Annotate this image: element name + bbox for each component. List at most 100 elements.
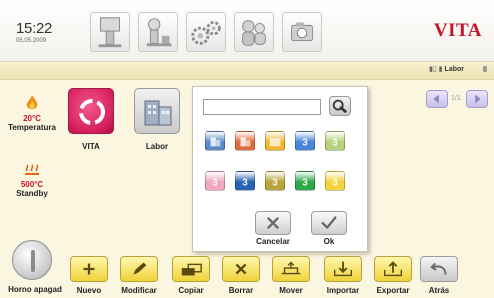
delete-button[interactable] <box>222 256 260 282</box>
clock: 15:22 05.05.2009 <box>16 20 52 44</box>
program-card-vita-label: VITA <box>82 142 100 151</box>
import-label: Importar <box>326 286 360 295</box>
camera-icon <box>291 22 313 42</box>
building-icon <box>144 100 172 126</box>
bottom-toolbar: Nuevo Modificar Copiar Borrar Mover Impo… <box>68 252 494 298</box>
number-3-olive-icon: 3 <box>272 178 278 189</box>
number-3-green-icon: 3 <box>332 138 338 149</box>
ok-button[interactable] <box>311 211 347 235</box>
search-button[interactable] <box>329 96 351 116</box>
svg-text:3: 3 <box>302 138 308 149</box>
program-card-labor-label: Labor <box>145 142 169 151</box>
status-panel: 20°C Temperatura 500°C Standby Horno apa… <box>0 80 68 298</box>
checkmark-icon <box>321 216 337 229</box>
temperature-value: 20°C <box>23 114 41 123</box>
tab-firing[interactable] <box>90 12 130 52</box>
building-blue-icon <box>210 137 221 147</box>
import-button[interactable] <box>324 256 362 282</box>
tab-press[interactable] <box>138 12 178 52</box>
tab-settings[interactable] <box>186 12 226 52</box>
icon-option-number-3-darkblue-icon[interactable]: 3 <box>235 171 255 191</box>
import-icon <box>334 261 352 277</box>
program-card-labor[interactable] <box>134 88 180 134</box>
program-group-label: ▮▯ ▮ Labor <box>429 65 464 73</box>
number-3-pink-icon: 3 <box>212 178 218 189</box>
ok-label: Ok <box>323 237 335 246</box>
icon-option-number-3-pink-icon[interactable]: 3 <box>205 171 225 191</box>
brand-logo: VITA <box>433 20 482 41</box>
search-icon <box>332 99 347 113</box>
standby-status: 500°C Standby <box>0 164 64 198</box>
top-bar: 15:22 05.05.2009 VITA <box>0 0 494 62</box>
copy-label: Copiar <box>178 286 204 295</box>
users-icon <box>242 20 266 46</box>
icon-option-folder-orange-icon[interactable] <box>265 131 285 151</box>
export-label: Exportar <box>376 286 410 295</box>
power-icon <box>31 250 35 272</box>
delete-icon <box>235 263 247 275</box>
number-3-blue-icon: 3 <box>302 138 308 149</box>
svg-text:3: 3 <box>242 178 248 189</box>
icon-option-number-3-blue-icon[interactable]: 3 <box>295 131 315 151</box>
svg-text:3: 3 <box>302 178 308 189</box>
number-3-green-dark-icon: 3 <box>302 178 308 189</box>
press-icon <box>146 18 172 47</box>
new-button[interactable] <box>70 256 108 282</box>
number-3-yellow-icon: 3 <box>332 178 338 189</box>
tab-users[interactable] <box>234 12 274 52</box>
folder-orange-icon <box>269 138 281 147</box>
plus-icon <box>83 263 95 275</box>
arrow-right-icon <box>475 94 481 104</box>
pencil-icon <box>133 262 147 275</box>
program-group-name: Labor <box>444 66 464 73</box>
icon-option-number-3-green-dark-icon[interactable]: 3 <box>295 171 315 191</box>
svg-text:3: 3 <box>332 138 338 149</box>
icon-option-building-red-icon[interactable] <box>235 131 255 151</box>
standby-label: Standby <box>16 189 48 198</box>
move-button[interactable] <box>272 256 310 282</box>
scroll-indicator <box>483 66 487 72</box>
back-button[interactable] <box>420 256 458 282</box>
previous-page-button[interactable] <box>426 90 448 108</box>
modify-button[interactable] <box>120 256 158 282</box>
heat-icon <box>25 164 39 175</box>
building-red-icon <box>240 137 251 147</box>
program-group-icon: ▮▯ ▮ <box>429 66 443 73</box>
number-3-darkblue-icon: 3 <box>242 178 248 189</box>
move-icon <box>281 261 301 275</box>
modify-label: Modificar <box>121 286 157 295</box>
flame-icon <box>26 95 38 109</box>
icon-option-number-3-green-icon[interactable]: 3 <box>325 131 345 151</box>
copy-icon <box>181 263 202 276</box>
export-icon <box>384 261 402 277</box>
copy-button[interactable] <box>172 256 210 282</box>
new-program-dialog: 3 3 3 3 3 3 3 Cancelar Ok <box>192 86 368 252</box>
tab-camera[interactable] <box>282 12 322 52</box>
export-button[interactable] <box>374 256 412 282</box>
back-label: Atrás <box>428 286 450 295</box>
vacumat-screen: 15:22 05.05.2009 VITA ▮▯ ▮ Labor 20°C Te… <box>0 0 494 298</box>
clock-date: 05.05.2009 <box>16 38 47 44</box>
power-label: Horno apagad <box>8 285 62 294</box>
power-button[interactable] <box>12 240 52 280</box>
icon-option-number-3-olive-icon[interactable]: 3 <box>265 171 285 191</box>
move-label: Mover <box>279 286 303 295</box>
new-label: Nuevo <box>76 286 102 295</box>
next-page-button[interactable] <box>466 90 488 108</box>
arrow-left-icon <box>433 94 439 104</box>
program-name-input[interactable] <box>203 99 321 115</box>
svg-text:3: 3 <box>272 178 278 189</box>
gears-icon <box>191 21 221 45</box>
program-card-vita[interactable] <box>68 88 114 134</box>
svg-text:3: 3 <box>332 178 338 189</box>
back-arrow-icon <box>430 262 447 275</box>
icon-option-building-blue-icon[interactable] <box>205 131 225 151</box>
clock-time: 15:22 <box>16 20 53 37</box>
icon-option-number-3-yellow-icon[interactable]: 3 <box>325 171 345 191</box>
vita-logo-icon <box>79 99 105 125</box>
cancel-button[interactable] <box>255 211 291 235</box>
temperature-status: 20°C Temperatura <box>0 94 64 132</box>
furnace-icon <box>98 17 122 48</box>
close-icon <box>267 217 279 229</box>
cancel-label: Cancelar <box>256 237 290 246</box>
